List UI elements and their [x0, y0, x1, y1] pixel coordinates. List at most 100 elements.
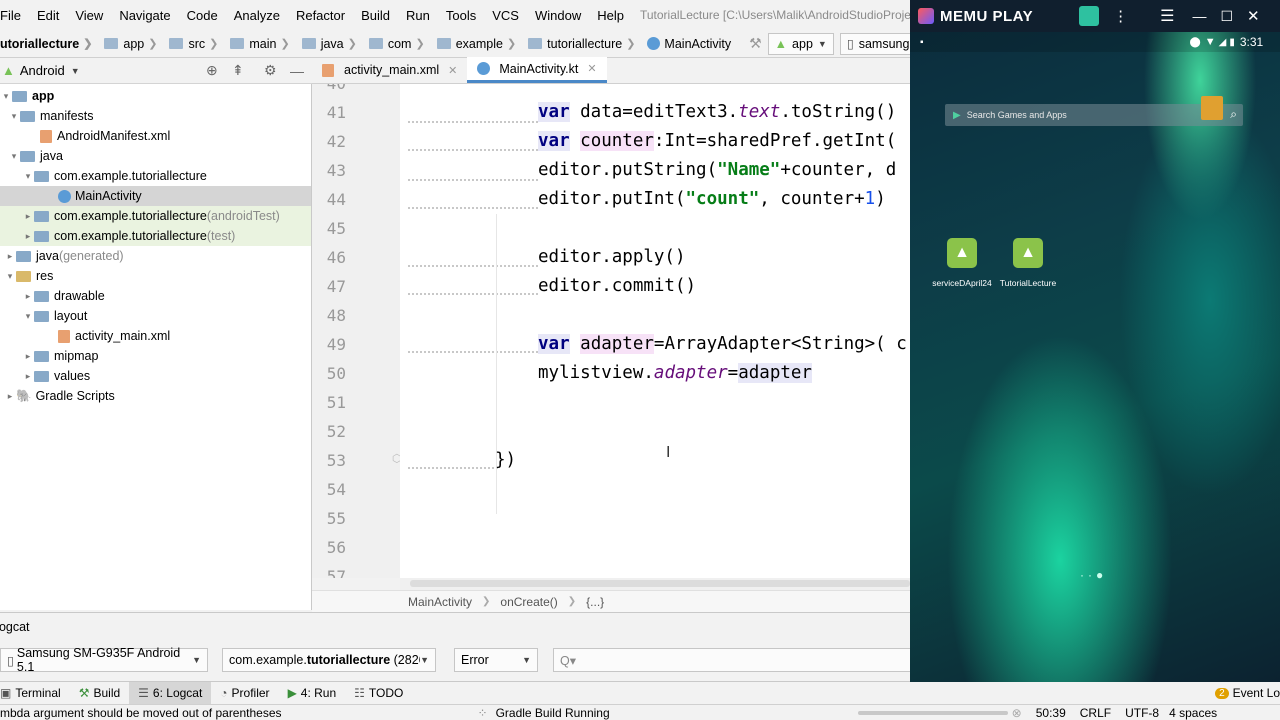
crumb-main[interactable]: main ❯	[226, 37, 297, 51]
tree-item-package-androidtest[interactable]: ▸ com.example.tutoriallecture (androidTes…	[0, 206, 311, 226]
toolwindow-event-log[interactable]: 2 Event Lo	[1206, 682, 1280, 704]
background-task[interactable]: Gradle Build Running	[496, 706, 610, 720]
tree-item-res[interactable]: ▾ res	[0, 266, 311, 286]
logcat-level-dropdown[interactable]: Error ▼	[454, 648, 538, 672]
tab-mainactivity-kt[interactable]: MainActivity.kt ✕	[467, 57, 607, 83]
tree-item-androidmanifest[interactable]: AndroidManifest.xml	[0, 126, 311, 146]
close-icon[interactable]: ✕	[448, 64, 457, 77]
app-icon-servicedapril24[interactable]: ▲	[947, 238, 977, 268]
crumb-example[interactable]: example ❯	[433, 37, 524, 51]
collapse-icon[interactable]: ⇞	[232, 62, 244, 79]
folder-icon	[34, 310, 49, 322]
crumb-class[interactable]: MainActivity	[643, 37, 735, 51]
cancel-icon[interactable]: ⊗	[1012, 706, 1022, 720]
chevron-right-icon: ❯	[209, 38, 219, 50]
crumb-java[interactable]: java ❯	[298, 37, 365, 51]
toolwindow-terminal[interactable]: ▣ Terminal	[0, 682, 70, 704]
menu-build[interactable]: Build	[353, 8, 398, 23]
breadcrumb-method[interactable]: onCreate()	[500, 595, 557, 609]
chevron-right-icon: ▸	[25, 231, 31, 241]
tree-item-gradle-scripts[interactable]: ▸ 🐘 Gradle Scripts	[0, 386, 311, 406]
toolwindow-logcat[interactable]: ☰ 6: Logcat	[129, 682, 212, 704]
tree-item-package[interactable]: ▾ com.example.tutoriallecture	[0, 166, 311, 186]
menu-window[interactable]: Window	[527, 8, 589, 23]
toolwindow-todo[interactable]: ☷ TODO	[345, 682, 412, 704]
tree-item-activity-main[interactable]: activity_main.xml	[0, 326, 311, 346]
caret-position[interactable]: 50:39	[1036, 706, 1066, 720]
code-editor[interactable]: var data=editText3.text.toString() var c…	[400, 84, 910, 578]
tree-item-manifests[interactable]: ▾ manifests	[0, 106, 311, 126]
emulator-brand: MEMU PLAY	[940, 7, 1034, 25]
menu-navigate[interactable]: Navigate	[111, 8, 178, 23]
app-center-icon[interactable]	[1079, 6, 1100, 26]
crumb-app[interactable]: app ❯	[100, 37, 165, 51]
memu-logo-icon	[918, 8, 934, 24]
project-tree: ▾ app ▾ manifests AndroidManifest.xml ▾ jav…	[0, 84, 312, 610]
menu-vcs[interactable]: VCS	[484, 8, 527, 23]
logcat-device-dropdown[interactable]: ▯ Samsung SM-G935F Android 5.1 ▼	[0, 646, 208, 674]
menu-code[interactable]: Code	[179, 8, 226, 23]
code-text: +counter, d	[780, 160, 897, 180]
fold-marker-icon[interactable]: ⬡	[392, 452, 400, 465]
tree-item-values[interactable]: ▸ values	[0, 366, 311, 386]
crumb-com[interactable]: com ❯	[365, 37, 433, 51]
code-breadcrumb: MainActivity ❯ onCreate() ❯ {...}	[312, 590, 910, 612]
tab-activity-main-xml[interactable]: activity_main.xml ✕	[312, 57, 467, 83]
chevron-right-icon: ❯	[626, 38, 636, 50]
project-view-dropdown[interactable]: Android	[20, 63, 65, 78]
breadcrumb-class[interactable]: MainActivity	[408, 595, 472, 609]
tree-label: app	[32, 89, 55, 103]
close-icon[interactable]: ✕	[587, 62, 596, 75]
file-encoding[interactable]: UTF-8	[1125, 706, 1159, 720]
run-config-dropdown[interactable]: ▲ app ▼	[767, 32, 834, 55]
menu-run[interactable]: Run	[398, 8, 438, 23]
logcat-process-dropdown[interactable]: com.example.tutoriallecture (2826▼	[222, 648, 436, 672]
menu-help[interactable]: Help	[589, 8, 632, 23]
tree-item-layout[interactable]: ▾ layout	[0, 306, 311, 326]
maximize-icon[interactable]: ☐	[1220, 8, 1233, 25]
menu-tools[interactable]: Tools	[438, 8, 484, 23]
breadcrumb-block[interactable]: {...}	[586, 595, 604, 609]
device-dropdown[interactable]: ▯samsung SM-G935F▼	[839, 32, 910, 55]
search-icon[interactable]: ⌕	[1230, 107, 1237, 122]
tree-item-package-test[interactable]: ▸ com.example.tutoriallecture (test)	[0, 226, 311, 246]
toolwindow-build[interactable]: ⚒ Build	[70, 682, 129, 704]
hammer-icon[interactable]: ⚒	[749, 35, 762, 52]
tree-label: res	[36, 269, 54, 283]
toolwindow-profiler[interactable]: ◔ Profiler	[211, 682, 278, 704]
menu-file[interactable]: File	[0, 8, 29, 23]
minimize-icon[interactable]: —	[1192, 8, 1206, 24]
logcat-search-input[interactable]: Q▾	[553, 648, 913, 672]
tree-item-drawable[interactable]: ▸ drawable	[0, 286, 311, 306]
indent-setting[interactable]: 4 spaces	[1169, 706, 1217, 720]
toolwindow-run[interactable]: ▶ 4: Run	[279, 682, 346, 704]
app-search-bar[interactable]: ▶ Search Games and Apps ⌕	[945, 96, 1243, 126]
chevron-down-icon: ▾	[7, 271, 13, 281]
tree-item-mainactivity[interactable]: MainActivity	[0, 186, 311, 206]
crumb-src[interactable]: src ❯	[165, 37, 226, 51]
menu-edit[interactable]: Edit	[29, 8, 67, 23]
tree-item-java[interactable]: ▾ java	[0, 146, 311, 166]
settings-icon[interactable]: ⋮	[1113, 7, 1128, 25]
tree-item-java-generated[interactable]: ▸ java (generated)	[0, 246, 311, 266]
tree-item-app[interactable]: ▾ app	[0, 86, 311, 106]
gear-icon[interactable]: ⚙	[264, 62, 277, 79]
menu-view[interactable]: View	[67, 8, 111, 23]
scrollbar-thumb[interactable]	[410, 580, 910, 587]
target-icon[interactable]: ⊕	[206, 62, 218, 79]
menu-refactor[interactable]: Refactor	[288, 8, 353, 23]
line-separator[interactable]: CRLF	[1080, 706, 1111, 720]
menu-analyze[interactable]: Analyze	[226, 8, 288, 23]
gift-icon[interactable]	[1201, 96, 1223, 120]
status-message[interactable]: mbda argument should be moved out of par…	[0, 706, 282, 720]
minimize-icon[interactable]: —	[290, 63, 304, 79]
module-icon	[12, 90, 27, 102]
crumb-project[interactable]: utoriallecture ❯	[0, 37, 100, 51]
tree-item-mipmap[interactable]: ▸ mipmap	[0, 346, 311, 366]
chevron-down-icon[interactable]: ▼	[71, 66, 80, 76]
logcat-icon: ☰	[138, 686, 149, 700]
crumb-package[interactable]: tutoriallecture ❯	[524, 37, 643, 51]
app-icon-tutoriallecture[interactable]: ▲	[1013, 238, 1043, 268]
close-icon[interactable]: ✕	[1247, 7, 1260, 25]
menu-icon[interactable]: ☰	[1160, 6, 1174, 26]
